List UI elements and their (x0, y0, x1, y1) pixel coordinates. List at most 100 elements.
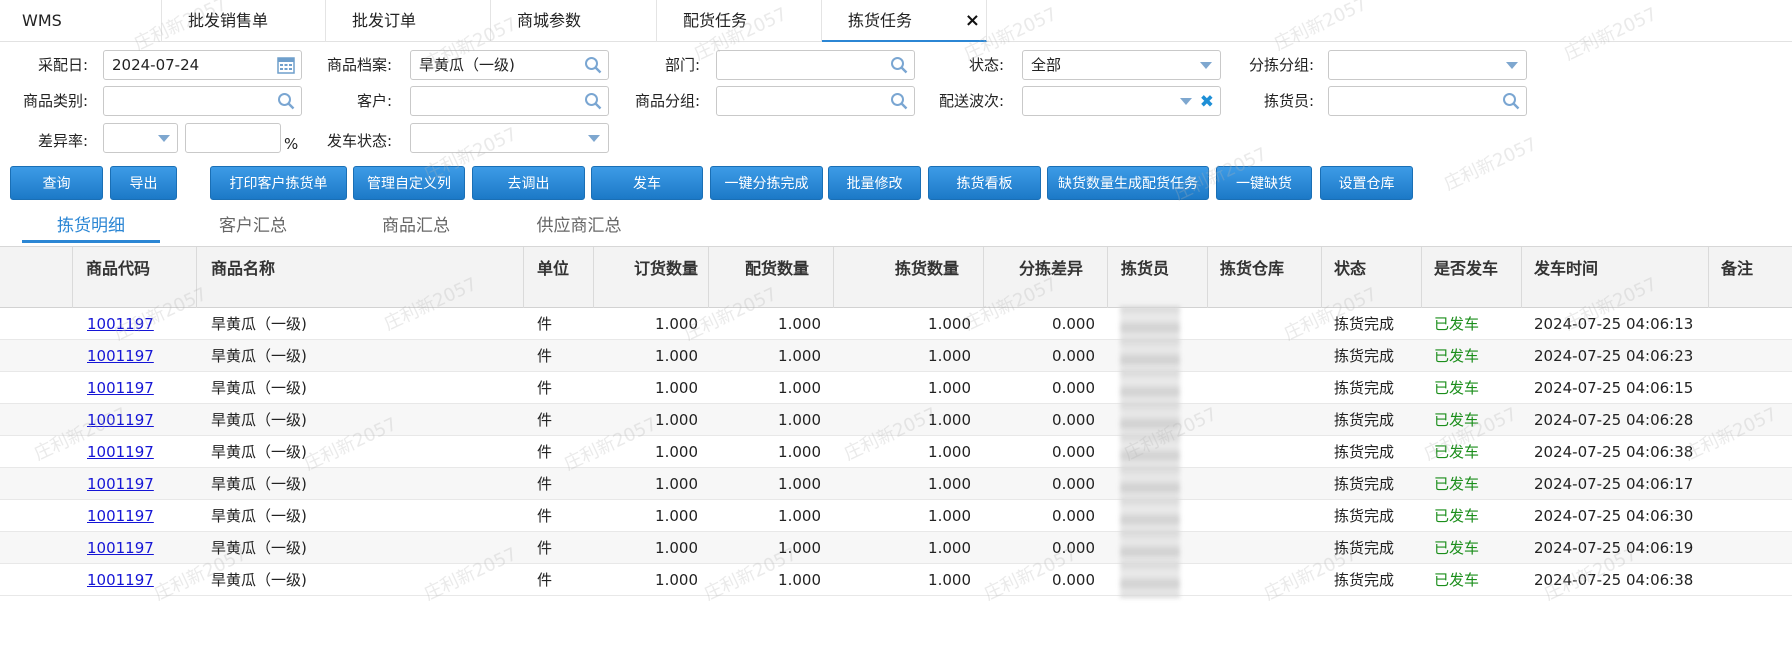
clear-icon[interactable]: ✖ (1200, 88, 1214, 116)
search-icon[interactable] (890, 92, 908, 110)
search-icon[interactable] (584, 92, 602, 110)
category-field[interactable] (103, 86, 302, 116)
tab-wholesale-orders[interactable]: 批发订单 (326, 0, 491, 42)
table-row[interactable]: 1001197 旱黄瓜（一级) 件 1.000 1.000 1.000 0.000 拣货完成 已… (0, 468, 1792, 500)
table-cell: 0.000 (1052, 443, 1095, 461)
column-header[interactable]: 拣货数量 (834, 247, 984, 308)
subtab-pick-detail[interactable]: 拣货明细 (22, 213, 160, 243)
column-header[interactable]: 分拣差异 (984, 247, 1108, 308)
table-row[interactable]: 1001197 旱黄瓜（一级) 件 1.000 1.000 1.000 0.000 拣货完成 已… (0, 340, 1792, 372)
table-cell: 1.000 (778, 571, 821, 589)
status-select[interactable]: 全部 (1022, 50, 1221, 80)
table-row[interactable]: 1001197 旱黄瓜（一级) 件 1.000 1.000 1.000 0.000 拣货完成 已… (0, 436, 1792, 468)
table-cell: 1.000 (655, 507, 698, 525)
table-cell (1721, 468, 1787, 500)
shortage-to-allocation-task-button[interactable]: 缺货数量生成配货任务 (1047, 166, 1209, 200)
column-header[interactable]: 拣货仓库 (1208, 247, 1322, 308)
diff-rate-label: 差异率: (37, 132, 88, 150)
delivery-batch-select[interactable]: ✖ (1022, 86, 1221, 116)
column-header[interactable]: 拣货员 (1108, 247, 1208, 308)
product-code-link[interactable]: 1001197 (87, 571, 154, 589)
table-cell: 已发车 (1434, 507, 1480, 525)
query-button[interactable]: 查询 (10, 166, 103, 200)
table-cell: 1001197 (87, 404, 197, 436)
tab-wholesale-sales[interactable]: 批发销售单 (162, 0, 326, 42)
chevron-down-icon[interactable] (588, 135, 600, 142)
table-row[interactable]: 1001197 旱黄瓜（一级) 件 1.000 1.000 1.000 0.000 拣货完成 已… (0, 500, 1792, 532)
product-file-field[interactable]: 旱黄瓜（一级) (410, 50, 609, 80)
subtab-product-summary[interactable]: 商品汇总 (347, 213, 485, 243)
column-header[interactable]: 是否发车 (1422, 247, 1522, 308)
pick-date-field[interactable]: 2024-07-24 (103, 50, 302, 80)
table-cell: 件 (537, 411, 553, 429)
table-cell: 旱黄瓜（一级) (211, 539, 307, 557)
ship-button[interactable]: 发车 (591, 166, 703, 200)
print-customer-pick-list-button[interactable]: 打印客户拣货单 (210, 166, 347, 200)
table-cell: 1.000 (655, 411, 698, 429)
table-cell: 1.000 (778, 379, 821, 397)
tab-allocation-tasks[interactable]: 配货任务 (657, 0, 822, 42)
one-click-shortage-button[interactable]: 一键缺货 (1216, 166, 1312, 200)
column-header[interactable]: 状态 (1322, 247, 1422, 308)
column-header[interactable]: 单位 (524, 247, 594, 308)
customer-field[interactable] (410, 86, 609, 116)
table-row[interactable]: 1001197 旱黄瓜（一级) 件 1.000 1.000 1.000 0.000 拣货完成 已… (0, 404, 1792, 436)
chevron-down-icon[interactable] (1506, 62, 1518, 69)
table-row[interactable]: 1001197 旱黄瓜（一级) 件 1.000 1.000 1.000 0.000 拣货完成 已… (0, 372, 1792, 404)
table-cell: 1.000 (778, 411, 821, 429)
calendar-icon[interactable] (277, 56, 295, 74)
product-code-link[interactable]: 1001197 (87, 379, 154, 397)
export-button[interactable]: 导出 (110, 166, 177, 200)
column-header[interactable]: 订货数量 (594, 247, 709, 308)
picker-field[interactable] (1328, 86, 1527, 116)
product-code-link[interactable]: 1001197 (87, 411, 154, 429)
column-header[interactable]: 发车时间 (1522, 247, 1709, 308)
product-code-link[interactable]: 1001197 (87, 539, 154, 557)
table-cell: 拣货完成 (1334, 411, 1395, 429)
diff-rate-operator-select[interactable] (103, 123, 178, 153)
column-header[interactable]: 商品名称 (197, 247, 524, 308)
table-cell: 1.000 (655, 315, 698, 333)
batch-edit-button[interactable]: 批量修改 (828, 166, 921, 200)
product-code-link[interactable]: 1001197 (87, 315, 154, 333)
search-icon[interactable] (1502, 92, 1520, 110)
subtab-customer-summary[interactable]: 客户汇总 (184, 213, 322, 243)
column-header[interactable]: 配货数量 (709, 247, 834, 308)
product-code-link[interactable]: 1001197 (87, 443, 154, 461)
table-cell: 1.000 (655, 443, 698, 461)
picking-board-button[interactable]: 拣货看板 (928, 166, 1041, 200)
close-tab-icon[interactable]: × (965, 0, 980, 42)
table-row[interactable]: 1001197 旱黄瓜（一级) 件 1.000 1.000 1.000 0.000 拣货完成 已… (0, 308, 1792, 340)
column-header[interactable]: 备注 (1709, 247, 1792, 308)
product-code-link[interactable]: 1001197 (87, 507, 154, 525)
go-transfer-out-button[interactable]: 去调出 (472, 166, 585, 200)
product-code-link[interactable]: 1001197 (87, 475, 154, 493)
product-code-link[interactable]: 1001197 (87, 347, 154, 365)
diff-rate-input[interactable] (185, 123, 281, 153)
ship-status-select[interactable] (410, 123, 609, 153)
table-cell: 1.000 (928, 539, 971, 557)
search-icon[interactable] (277, 92, 295, 110)
tab-mall-params[interactable]: 商城参数 (491, 0, 657, 42)
table-cell: 拣货完成 (1334, 539, 1395, 557)
chevron-down-icon[interactable] (1180, 98, 1192, 105)
table-row[interactable]: 1001197 旱黄瓜（一级) 件 1.000 1.000 1.000 0.000 拣货完成 已… (0, 532, 1792, 564)
set-warehouse-button[interactable]: 设置仓库 (1320, 166, 1413, 200)
one-click-sort-complete-button[interactable]: 一键分拣完成 (710, 166, 823, 200)
sort-group-select[interactable] (1328, 50, 1527, 80)
search-icon[interactable] (584, 56, 602, 74)
table-cell: 拣货完成 (1334, 475, 1395, 493)
subtab-supplier-summary[interactable]: 供应商汇总 (510, 213, 648, 243)
product-group-field[interactable] (716, 86, 915, 116)
search-icon[interactable] (890, 56, 908, 74)
chevron-down-icon[interactable] (1200, 62, 1212, 69)
product-file-label: 商品档案: (326, 56, 392, 74)
chevron-down-icon[interactable] (158, 135, 170, 142)
manage-custom-columns-button[interactable]: 管理自定义列 (353, 166, 465, 200)
tab-picking-tasks[interactable]: 拣货任务 × (822, 0, 987, 42)
table-cell: 旱黄瓜（一级) (211, 507, 307, 525)
dept-field[interactable] (716, 50, 915, 80)
tab-wms[interactable]: WMS (0, 0, 162, 42)
table-row[interactable]: 1001197 旱黄瓜（一级) 件 1.000 1.000 1.000 0.000 拣货完成 已… (0, 564, 1792, 596)
column-header[interactable]: 商品代码 (73, 247, 197, 308)
